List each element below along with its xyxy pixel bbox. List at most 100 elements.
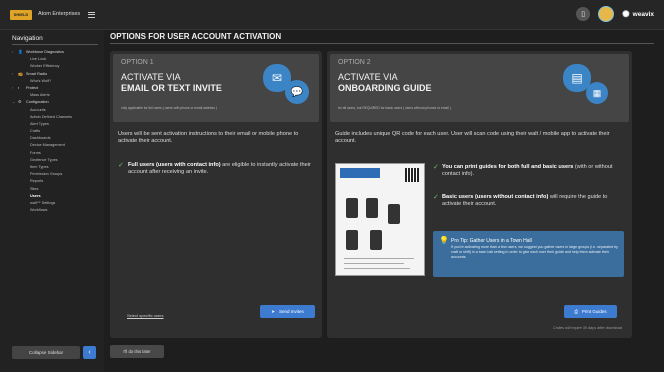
sidebar-item[interactable]: ⌄ ⚙ Configuration	[12, 99, 102, 106]
sidebar-item-label: Users	[30, 193, 41, 198]
print-guides-button[interactable]: ⎙ Print Guides	[564, 305, 617, 318]
sidebar-item-label: Sites	[30, 186, 39, 191]
org-name[interactable]: Atom Enterprises	[38, 11, 80, 17]
divider	[12, 44, 98, 45]
sidebar-item[interactable]: walt™ Settings	[12, 200, 102, 207]
print-guides-label: Print Guides	[581, 309, 607, 314]
sidebar-item[interactable]: Item Types	[12, 164, 102, 171]
sidebar-item[interactable]: Sites	[12, 186, 102, 193]
option2-header: OPTION 2 ACTIVATE VIA ONBOARDING GUIDE f…	[330, 54, 629, 122]
nav-list: › 👤 Workforce Diagnostics Live Look Worker E…	[12, 49, 102, 214]
sidebar-item-label: Configuration	[26, 100, 49, 105]
sidebar-item[interactable]: Live Look	[12, 56, 102, 63]
sidebar-item[interactable]: Dashboards	[12, 135, 102, 142]
sidebar-item[interactable]: Admin Defined Channels	[12, 114, 102, 121]
option2-point1: You can print guides for both full and b…	[442, 164, 624, 178]
expire-note: Codes will expire 30 days after download	[552, 326, 622, 330]
check-icon: ✓	[118, 162, 124, 169]
sidebar-item[interactable]: Users	[12, 193, 102, 200]
option2-card: OPTION 2 ACTIVATE VIA ONBOARDING GUIDE f…	[327, 51, 632, 338]
option2-point2-bold: Basic users (users without contact info)	[442, 194, 549, 200]
sidebar-item[interactable]: Crafts	[12, 128, 102, 135]
top-bar: SHIELD Atom Enterprises ▯ ✺ weavix	[0, 0, 664, 30]
option2-heading-line2: ONBOARDING GUIDE	[338, 83, 432, 93]
sidebar-item-label: Workforce Diagnostics	[26, 50, 64, 54]
sidebar-item[interactable]: Worker Efficiency	[12, 63, 102, 70]
hamburger-menu-icon[interactable]	[88, 10, 95, 18]
page-title: OPTIONS FOR USER ACCOUNT ACTIVATION	[110, 32, 282, 41]
sidebar-item-label: walt™ Settings	[30, 200, 56, 205]
weavix-logo-icon: ✺	[622, 8, 630, 19]
device-icon[interactable]: ▯	[576, 7, 591, 21]
sidebar-item[interactable]: Geofence Types	[12, 157, 102, 164]
sidebar: Navigation › 👤 Workforce Diagnostics Live L…	[0, 30, 104, 372]
tip-text: If you're activating more than a few use…	[451, 245, 618, 259]
radio-icon: 📻	[18, 71, 23, 76]
sidebar-item[interactable]: Device Management	[12, 142, 102, 149]
check-icon: ✓	[433, 194, 439, 201]
option1-point: Full users (users with contact info) are…	[128, 162, 316, 176]
sidebar-item-label: Live Look	[30, 57, 47, 62]
option2-point2: Basic users (users without contact info)…	[442, 194, 624, 208]
send-invites-label: Send Invites	[279, 309, 304, 314]
sidebar-item[interactable]: Reports	[12, 178, 102, 185]
divider	[110, 43, 654, 44]
option1-note: only applicable for full users ( users w…	[121, 106, 217, 110]
option1-card: OPTION 1 ACTIVATE VIA EMAIL OR TEXT INVI…	[110, 51, 322, 338]
do-later-button[interactable]: I'll do this later	[110, 345, 164, 358]
sidebar-item-label: Item Types	[30, 165, 49, 169]
sidebar-item[interactable]: Who's Wolf?	[12, 78, 102, 85]
company-logo: SHIELD	[10, 10, 32, 20]
sidebar-item-label: Alert Types	[30, 121, 49, 126]
tip-title: Pro Tip: Gather Users in a Town Hall	[451, 238, 532, 244]
option1-description: Users will be sent activation instructio…	[118, 131, 299, 145]
sidebar-item-label: Dashboards	[30, 136, 51, 141]
sidebar-item-label: Worker Efficiency	[30, 64, 60, 69]
sidebar-item-label: Reports	[30, 179, 44, 184]
gear-icon: ⚙	[18, 100, 22, 105]
send-invites-button[interactable]: ➤ Send Invites	[260, 305, 315, 318]
sidebar-item[interactable]: Permission Groups	[12, 171, 102, 178]
brand-name: weavix	[632, 10, 654, 18]
send-icon: ➤	[271, 308, 275, 314]
person-icon: 👤	[18, 50, 23, 54]
option2-label: OPTION 2	[338, 59, 371, 66]
sidebar-item-label: Permission Groups	[30, 172, 63, 177]
sidebar-item-label: Accounts	[30, 107, 46, 112]
sidebar-item-label: Geofence Types	[30, 157, 58, 162]
option1-header: OPTION 1 ACTIVATE VIA EMAIL OR TEXT INVI…	[113, 54, 319, 122]
option1-label: OPTION 1	[121, 59, 154, 66]
sidebar-item[interactable]: › ◐ Protect	[12, 85, 102, 92]
sidebar-item-label: Workflows	[30, 208, 48, 213]
option1-point-bold: Full users (users with contact info)	[128, 162, 221, 168]
sidebar-item-label: Forms	[30, 150, 41, 155]
sidebar-item[interactable]: Alert Types	[12, 121, 102, 128]
pro-tip-box: 💡 Pro Tip: Gather Users in a Town Hall I…	[433, 231, 624, 277]
option2-point1-bold: You can print guides for both full and b…	[442, 164, 574, 170]
check-icon: ✓	[433, 164, 439, 171]
sidebar-item-label: Device Management	[30, 143, 65, 148]
print-icon: ⎙	[574, 309, 578, 314]
option2-description: Guide includes unique QR code for each u…	[335, 131, 610, 145]
sidebar-item-label: Crafts	[30, 129, 41, 134]
sidebar-item[interactable]: › 📻 Smart Radio	[12, 71, 102, 78]
collapse-sidebar-button[interactable]: Collapse Sidebar	[12, 346, 80, 359]
sidebar-item[interactable]: Accounts	[12, 107, 102, 114]
sidebar-item-label: Admin Defined Channels	[30, 114, 73, 119]
chat-icon: 💬	[285, 80, 309, 104]
chevron-left-icon[interactable]: ‹	[83, 346, 96, 359]
onboarding-guide-image	[335, 163, 425, 276]
select-specific-users-link[interactable]: Select specific users	[127, 313, 163, 318]
sidebar-item-label: Protect	[26, 85, 39, 90]
sidebar-item[interactable]: Forms	[12, 150, 102, 157]
brand-logo: ✺ weavix	[622, 9, 654, 20]
avatar[interactable]	[598, 6, 615, 22]
lightbulb-icon: 💡	[439, 236, 449, 245]
sidebar-item[interactable]: › 👤 Workforce Diagnostics	[12, 49, 102, 56]
sidebar-item[interactable]: Workflows	[12, 207, 102, 214]
option2-note: for all users, but REQUIRED for basic us…	[338, 106, 451, 110]
sidebar-item-label: Smart Radio	[26, 71, 48, 76]
option1-heading-line1: ACTIVATE VIA	[121, 72, 181, 82]
sidebar-item[interactable]: Mass Alerts	[12, 92, 102, 99]
qr-code-icon: ▦	[586, 82, 608, 104]
